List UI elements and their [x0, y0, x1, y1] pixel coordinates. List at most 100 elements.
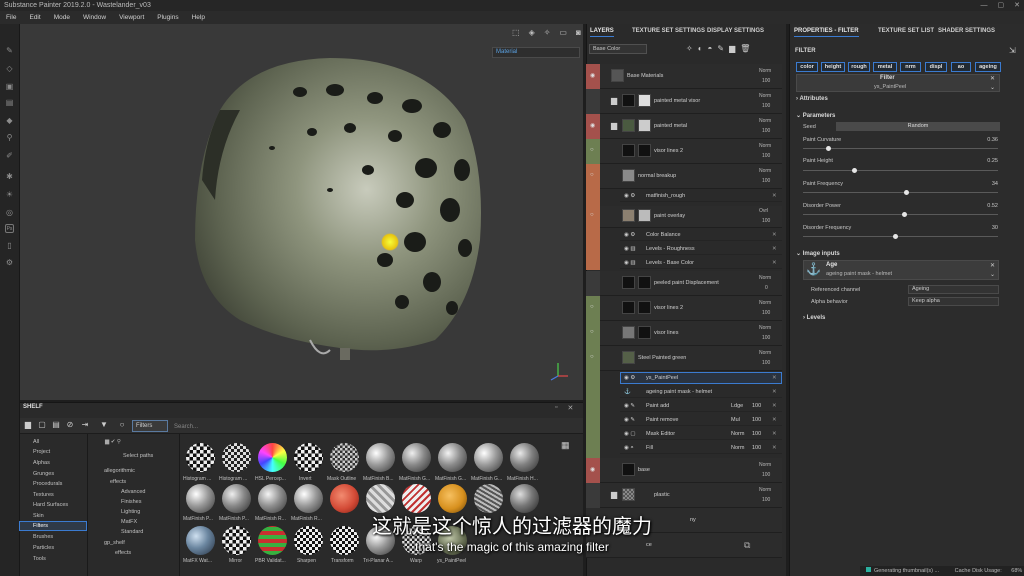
menu-help[interactable]: Help — [192, 11, 205, 24]
effect-row[interactable] — [620, 190, 782, 202]
path-effects[interactable]: effects — [110, 479, 126, 485]
effect-blend[interactable]: Norm — [731, 445, 744, 451]
effect-eye-icon[interactable]: ◉ ✎ — [624, 403, 635, 409]
layer-row[interactable] — [586, 321, 782, 346]
layer-opacity[interactable]: 0 — [765, 285, 768, 291]
menu-plugins[interactable]: Plugins — [157, 11, 178, 24]
filter-icon[interactable]: ▼ — [99, 420, 109, 430]
layer-opacity[interactable]: 100 — [762, 153, 770, 159]
import-icon[interactable]: ⇥ — [80, 420, 90, 430]
remove-icon[interactable]: ✕ — [772, 431, 777, 437]
eye-icon[interactable]: ○ — [590, 354, 594, 360]
effect-eye-icon[interactable]: ◉ ⚙ — [624, 232, 635, 238]
ref-channel-select[interactable]: Ageing — [908, 285, 999, 294]
effect-blend[interactable]: Norm — [731, 431, 744, 437]
tab-shader-settings[interactable]: SHADER SETTINGS — [938, 28, 995, 34]
layer-opacity[interactable]: 100 — [762, 472, 770, 478]
param-slider[interactable] — [803, 170, 998, 171]
thumb-matfinish-h[interactable] — [510, 443, 539, 472]
layer-blend[interactable]: Norm — [759, 143, 771, 149]
path-advanced[interactable]: Advanced — [121, 489, 145, 495]
effect-opacity[interactable]: 100 — [752, 403, 761, 409]
effect-row[interactable] — [620, 243, 782, 255]
thumb-candy[interactable] — [402, 484, 431, 513]
eraser-icon[interactable]: ◇ — [5, 64, 14, 73]
tab-display-settings[interactable]: DISPLAY SETTINGS — [707, 28, 764, 34]
thumb-scratched[interactable] — [474, 484, 503, 513]
close-icon[interactable]: ✕ — [990, 262, 995, 269]
chip-ageing[interactable]: ageing — [975, 62, 1001, 72]
param-slider[interactable] — [803, 148, 998, 149]
layer-opacity[interactable]: 100 — [762, 178, 770, 184]
menu-viewport[interactable]: Viewport — [119, 11, 144, 24]
chip-ao[interactable]: ao — [951, 62, 971, 72]
param-value[interactable]: 0.52 — [980, 203, 998, 209]
window-controls[interactable]: — ▢ ✕ — [981, 0, 1021, 11]
layer-blend[interactable]: Norm — [759, 350, 771, 356]
thumb-matfinish-r2[interactable] — [294, 484, 323, 513]
eye-icon[interactable]: ◉ — [590, 72, 595, 79]
gear-icon[interactable]: ⚙ — [5, 258, 14, 267]
effect-opacity[interactable]: 100 — [752, 431, 761, 437]
layer-blend[interactable]: Norm — [759, 300, 771, 306]
paint-brush-icon[interactable]: ✎ — [5, 46, 14, 55]
eye-icon[interactable]: ○ — [590, 172, 594, 178]
thumb-matfinish-g1[interactable] — [402, 443, 431, 472]
remove-icon[interactable]: ✕ — [772, 417, 777, 423]
param-slider[interactable] — [803, 214, 998, 215]
eye-icon[interactable]: ○ — [590, 304, 594, 310]
effect-row[interactable] — [620, 257, 782, 269]
material-mode-select[interactable]: Material — [492, 47, 580, 58]
param-slider[interactable] — [803, 236, 998, 237]
layer-opacity[interactable]: 100 — [762, 360, 770, 366]
section-attributes[interactable]: › Attributes — [796, 96, 828, 102]
add-effect-icon[interactable]: ✧ — [686, 44, 693, 53]
folder-icon[interactable]: ▆ — [611, 121, 617, 130]
layer-blend[interactable]: Norm — [759, 118, 771, 124]
reset-icon[interactable]: ○ — [117, 420, 127, 430]
effect-opacity[interactable]: 100 — [752, 417, 761, 423]
seed-random-button[interactable]: Random — [836, 122, 1000, 131]
effect-row[interactable] — [620, 229, 782, 241]
layer-blend[interactable]: Norm — [759, 275, 771, 281]
thumb-matfinish-r1[interactable] — [258, 484, 287, 513]
layer-opacity[interactable]: 100 — [762, 497, 770, 503]
param-value[interactable]: 0.36 — [980, 137, 998, 143]
path-finishes[interactable]: Finishes — [121, 499, 141, 505]
thumb-matfinish-b[interactable] — [366, 443, 395, 472]
frame-icon[interactable]: ⬚ — [512, 28, 520, 37]
remove-icon[interactable]: ✕ — [772, 375, 777, 381]
thumb-striped[interactable] — [366, 484, 395, 513]
section-parameters[interactable]: ⌄ Parameters — [796, 112, 835, 119]
layer-row[interactable] — [586, 296, 782, 321]
param-value[interactable]: 34 — [980, 181, 998, 187]
effect-row-selected[interactable] — [620, 372, 782, 384]
category-hard-surfaces[interactable]: Hard Surfaces — [33, 502, 68, 508]
thumb-histogram-2[interactable] — [222, 443, 251, 472]
menu-edit[interactable]: Edit — [29, 11, 40, 24]
thumb-histogram-1[interactable] — [186, 443, 215, 472]
alpha-behavior-select[interactable]: Keep alpha — [908, 297, 999, 306]
menu-mode[interactable]: Mode — [54, 11, 70, 24]
eye-icon[interactable]: ○ — [590, 329, 594, 335]
category-all[interactable]: All — [33, 439, 39, 445]
layer-row[interactable] — [586, 139, 782, 164]
menu-window[interactable]: Window — [83, 11, 106, 24]
folder-icon[interactable]: ▆ — [23, 420, 33, 430]
new-icon[interactable]: ▢ — [37, 420, 47, 430]
close-icon[interactable]: ✕ — [567, 404, 573, 412]
layer-blend[interactable]: Norm — [759, 168, 771, 174]
close-icon[interactable]: ✕ — [1014, 0, 1020, 11]
effect-opacity[interactable]: 100 — [752, 445, 761, 451]
effect-eye-icon[interactable]: ◉ ▥ — [624, 246, 636, 252]
effect-eye-icon[interactable]: ◉ ◓ — [624, 445, 634, 451]
param-value[interactable]: 30 — [980, 225, 998, 231]
chevron-down-icon[interactable]: ⌄ — [990, 271, 995, 278]
chip-nrm[interactable]: nrm — [900, 62, 921, 72]
chip-height[interactable]: height — [821, 62, 845, 72]
polygon-fill-icon[interactable]: ▤ — [5, 98, 14, 107]
layer-blend[interactable]: Norm — [759, 68, 771, 74]
path-icons[interactable]: ▆ ✔ ⚲ — [105, 439, 121, 445]
hide-icon[interactable]: ⊘ — [65, 420, 75, 430]
layer-blend[interactable]: Norm — [759, 93, 771, 99]
